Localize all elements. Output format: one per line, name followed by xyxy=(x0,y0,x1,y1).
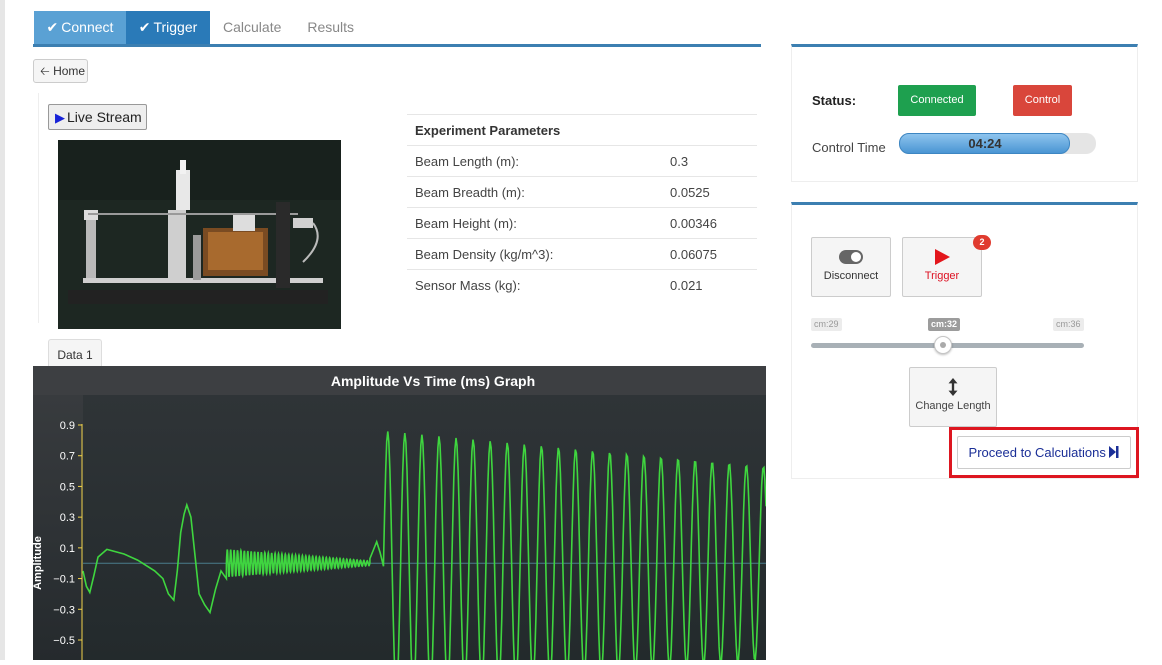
tab-connect[interactable]: ✔ Connect xyxy=(34,11,126,44)
apparatus-image xyxy=(58,140,341,329)
param-label: Beam Length (m): xyxy=(415,153,520,169)
y-tick-label: 0.9 xyxy=(60,420,75,432)
arrow-left-icon: 🡠 xyxy=(40,64,50,78)
param-label: Beam Height (m): xyxy=(415,215,517,231)
table-row: Sensor Mass (kg): 0.021 xyxy=(407,269,757,300)
parameters-title: Experiment Parameters xyxy=(415,122,561,138)
y-tick-label: −0.1 xyxy=(53,574,75,586)
y-tick-label: −0.5 xyxy=(53,635,75,647)
live-stream-button[interactable]: ▶ Live Stream xyxy=(48,104,147,130)
proceed-to-calculations-button[interactable]: Proceed to Calculations xyxy=(957,436,1131,469)
play-icon: ▶ xyxy=(55,110,65,125)
live-stream-label: Live Stream xyxy=(67,109,142,125)
tab-calculate[interactable]: Calculate xyxy=(210,11,294,44)
experiment-parameters-table: Experiment Parameters Beam Length (m): 0.… xyxy=(407,114,757,300)
status-label: Status: xyxy=(812,93,857,108)
disconnect-label: Disconnect xyxy=(823,270,879,282)
parameters-header: Experiment Parameters xyxy=(407,114,757,145)
slider-min-label: cm:29 xyxy=(811,318,842,331)
param-value: 0.0525 xyxy=(670,184,710,200)
check-icon: ✔ xyxy=(138,19,151,35)
connected-button[interactable]: Connected xyxy=(898,85,976,116)
table-row: Beam Height (m): 0.00346 xyxy=(407,207,757,238)
y-tick-label: −0.3 xyxy=(53,604,75,616)
param-value: 0.021 xyxy=(670,277,703,293)
trigger-count-badge: 2 xyxy=(973,235,991,250)
check-icon: ✔ xyxy=(46,19,59,35)
live-stream-video xyxy=(58,140,341,329)
param-label: Sensor Mass (kg): xyxy=(415,277,521,293)
y-tick-label: 0.7 xyxy=(60,451,75,463)
param-label: Beam Density (kg/m^3): xyxy=(415,246,554,262)
proceed-label: Proceed to Calculations xyxy=(968,445,1106,460)
trigger-label: Trigger xyxy=(924,270,960,282)
table-row: Beam Length (m): 0.3 xyxy=(407,145,757,176)
control-button[interactable]: Control xyxy=(1013,85,1072,116)
amplitude-chart: Amplitude Vs Time (ms) Graph Amplitude 0… xyxy=(32,366,767,665)
data-1-tab[interactable]: Data 1 xyxy=(48,339,102,369)
length-slider-handle[interactable] xyxy=(934,336,952,354)
slider-max-label: cm:36 xyxy=(1053,318,1084,331)
amplitude-chart-svg: Amplitude Vs Time (ms) Graph Amplitude 0… xyxy=(32,366,767,665)
proceed-highlight-frame: Proceed to Calculations xyxy=(949,427,1139,478)
tab-results[interactable]: Results xyxy=(294,11,367,44)
chart-title: Amplitude Vs Time (ms) Graph xyxy=(331,373,535,389)
slider-current-label: cm:32 xyxy=(928,318,961,331)
control-panel: Disconnect Trigger 2 cm:29 cm:32 cm:36 C… xyxy=(791,202,1139,479)
param-value: 0.00346 xyxy=(670,215,717,231)
play-icon xyxy=(935,249,950,265)
y-tick-label: 0.5 xyxy=(60,481,75,493)
table-row: Beam Breadth (m): 0.0525 xyxy=(407,176,757,207)
y-axis-title: Amplitude xyxy=(33,536,44,590)
y-tick-label: 0.3 xyxy=(60,512,75,524)
param-label: Beam Breadth (m): xyxy=(415,184,525,200)
status-panel: Status: Connected Control Control Time 0… xyxy=(791,44,1138,182)
tab-connect-label: Connect xyxy=(61,19,114,35)
wizard-tabs: ✔ Connect ✔ Trigger Calculate Results xyxy=(34,11,367,44)
tab-trigger[interactable]: ✔ Trigger xyxy=(126,11,210,44)
change-length-button[interactable]: Change Length xyxy=(909,367,997,427)
vertical-resize-icon xyxy=(948,378,958,396)
disconnect-button[interactable]: Disconnect xyxy=(811,237,891,297)
table-row: Beam Density (kg/m^3): 0.06075 xyxy=(407,238,757,269)
toggle-icon xyxy=(839,250,863,264)
control-time-value: 04:24 xyxy=(968,136,1002,151)
change-length-label: Change Length xyxy=(915,400,991,412)
page-left-rail xyxy=(0,0,5,660)
control-time-label: Control Time xyxy=(812,140,886,155)
experiment-panel: 🡠 Home ▶ Live Stream Data 1 Experiment P… xyxy=(33,44,761,374)
param-value: 0.06075 xyxy=(670,246,717,262)
home-button[interactable]: 🡠 Home xyxy=(33,59,88,83)
trigger-button[interactable]: Trigger xyxy=(902,237,982,297)
param-value: 0.3 xyxy=(670,153,689,169)
tab-trigger-label: Trigger xyxy=(153,19,198,35)
home-button-label: Home xyxy=(53,64,86,78)
control-time-progress: 04:24 xyxy=(899,133,1096,154)
step-forward-icon xyxy=(1109,446,1119,458)
y-tick-label: 0.1 xyxy=(60,543,75,555)
